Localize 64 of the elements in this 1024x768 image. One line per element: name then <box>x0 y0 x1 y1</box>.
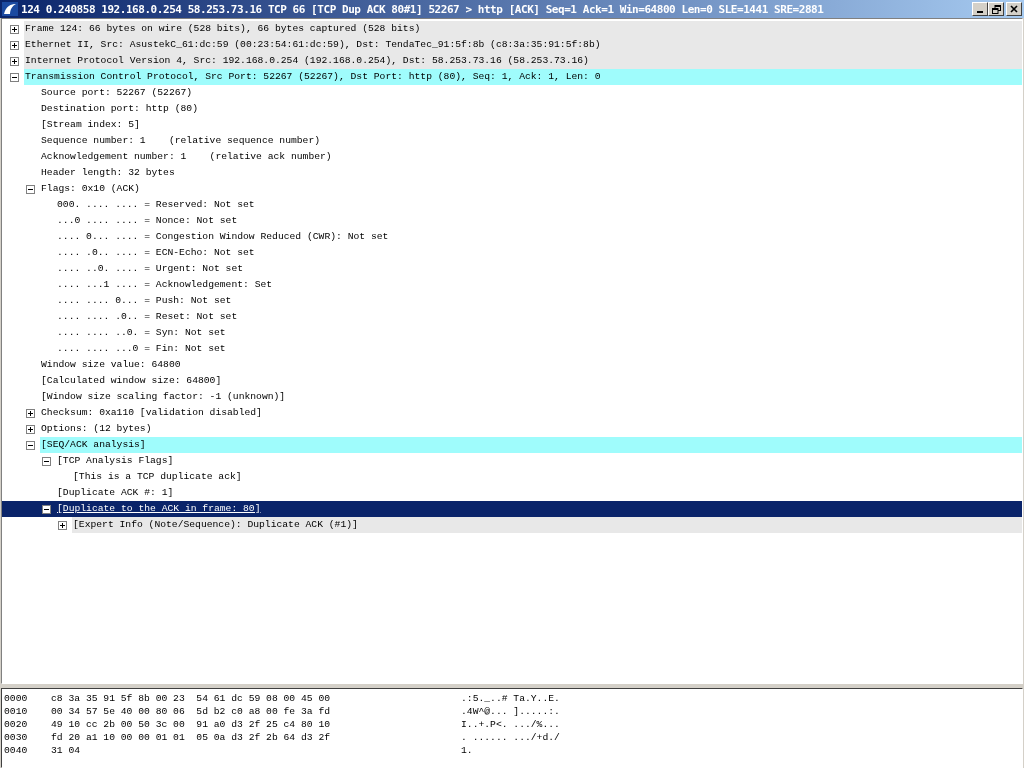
tree-item[interactable]: Checksum: 0xa110 [validation disabled] <box>40 405 263 421</box>
tree-item[interactable]: .... .... .0.. = Reset: Not set <box>56 309 239 325</box>
tree-item[interactable]: [Expert Info (Note/Sequence): Duplicate ACK (#1)] <box>72 517 1022 533</box>
tree-item[interactable]: Ethernet II, Src: AsustekC_61:dc:59 (00:23:54:61:dc:59), Dst: TendaTec_91:5f:8b (c8:3a:35:91:5f:8b) <box>24 37 1022 53</box>
collapse-icon[interactable] <box>42 504 51 514</box>
tree-item[interactable]: Window size value: 64800 <box>40 357 182 373</box>
collapse-icon[interactable] <box>42 456 51 466</box>
tree-item[interactable]: Acknowledgement number: 1 (relative ack number) <box>40 149 333 165</box>
tree-item[interactable]: [Calculated window size: 64800] <box>40 373 223 389</box>
tree-item[interactable]: Internet Protocol Version 4, Src: 192.168.0.254 (192.168.0.254), Dst: 58.253.73.16 (58.253.73.16) <box>24 53 1022 69</box>
expand-icon[interactable] <box>26 424 35 434</box>
close-button[interactable] <box>1006 2 1022 16</box>
tree-item[interactable]: .... .... ...0 = Fin: Not set <box>56 341 227 357</box>
close-icon <box>1010 5 1018 13</box>
minimize-button[interactable] <box>972 2 988 16</box>
byte-offset: 0010 <box>3 705 29 718</box>
restore-icon <box>991 4 1001 14</box>
tree-item[interactable]: ...0 .... .... = Nonce: Not set <box>56 213 239 229</box>
collapse-icon[interactable] <box>10 72 19 82</box>
byte-offset: 0040 <box>3 744 29 757</box>
ascii-bytes: .4W^@... ].....:. <box>461 705 560 718</box>
expand-icon[interactable] <box>10 40 19 50</box>
tree-item[interactable]: Flags: 0x10 (ACK) <box>40 181 141 197</box>
window-title: 124 0.240858 192.168.0.254 58.253.73.16 TCP 66 [TCP Dup ACK 80#1] 52267 > http [ACK] Seq=1 Ack=1 Win=64800 Len=0 SLE=1441 SRE=2881 <box>21 2 825 16</box>
tree-item[interactable]: [Stream index: 5] <box>40 117 141 133</box>
hex-bytes: 00 34 57 5e 40 00 80 06 5d b2 c0 a8 00 fe 3a fd <box>51 705 332 718</box>
expand-icon[interactable] <box>10 24 19 34</box>
ascii-bytes: 1. <box>461 744 473 757</box>
collapse-icon[interactable] <box>26 184 35 194</box>
tree-item[interactable]: [Window size scaling factor: -1 (unknown)] <box>40 389 287 405</box>
tree-item[interactable]: Frame 124: 66 bytes on wire (528 bits), 66 bytes captured (528 bits) <box>24 21 1022 37</box>
hex-bytes: c8 3a 35 91 5f 8b 00 23 54 61 dc 59 08 00 45 00 <box>51 692 332 705</box>
expand-icon[interactable] <box>26 408 35 418</box>
tree-item[interactable]: Source port: 52267 (52267) <box>40 85 194 101</box>
tree-item[interactable]: .... .0.. .... = ECN-Echo: Not set <box>56 245 256 261</box>
hex-bytes: fd 20 a1 10 00 00 01 01 05 0a d3 2f 2b 64 d3 2f <box>51 731 332 744</box>
tree-item[interactable]: .... .... ..0. = Syn: Not set <box>56 325 227 341</box>
tree-item[interactable]: 000. .... .... = Reserved: Not set <box>56 197 256 213</box>
hex-bytes: 49 10 cc 2b 00 50 3c 00 91 a0 d3 2f 25 c4 80 10 <box>51 718 332 731</box>
tree-item[interactable]: .... ...1 .... = Acknowledgement: Set <box>56 277 274 293</box>
hex-bytes: 31 04 <box>51 744 82 757</box>
restore-button[interactable] <box>988 2 1004 16</box>
ascii-bytes: I..+.P<. .../%... <box>461 718 560 731</box>
byte-offset: 0000 <box>3 692 29 705</box>
tree-item[interactable]: .... .... 0... = Push: Not set <box>56 293 233 309</box>
expand-icon[interactable] <box>58 520 67 530</box>
collapse-icon[interactable] <box>26 440 35 450</box>
ascii-bytes: . ...... .../+d./ <box>461 731 560 744</box>
tree-item[interactable]: Transmission Control Protocol, Src Port: 52267 (52267), Dst Port: http (80), Seq: 1, Ack: 1, Len: 0 <box>24 69 1022 85</box>
tree-item[interactable]: .... ..0. .... = Urgent: Not set <box>56 261 245 277</box>
tree-item[interactable]: Options: (12 bytes) <box>40 421 153 437</box>
tree-item[interactable]: .... 0... .... = Congestion Window Reduced (CWR): Not set <box>56 229 390 245</box>
tree-item[interactable]: Destination port: http (80) <box>40 101 199 117</box>
tree-item[interactable]: Sequence number: 1 (relative sequence number) <box>40 133 322 149</box>
tree-item[interactable]: [SEQ/ACK analysis] <box>40 437 1022 453</box>
ascii-bytes: .:5._..# Ta.Y..E. <box>461 692 560 705</box>
tree-item[interactable]: [Duplicate ACK #: 1] <box>56 485 175 501</box>
expand-icon[interactable] <box>10 56 19 66</box>
fin-icon <box>2 2 18 16</box>
tree-item[interactable]: [TCP Analysis Flags] <box>56 453 175 469</box>
byte-offset: 0020 <box>3 718 29 731</box>
tree-item[interactable]: Header length: 32 bytes <box>40 165 176 181</box>
byte-offset: 0030 <box>3 731 29 744</box>
tree-item[interactable]: [This is a TCP duplicate ack] <box>72 469 243 485</box>
